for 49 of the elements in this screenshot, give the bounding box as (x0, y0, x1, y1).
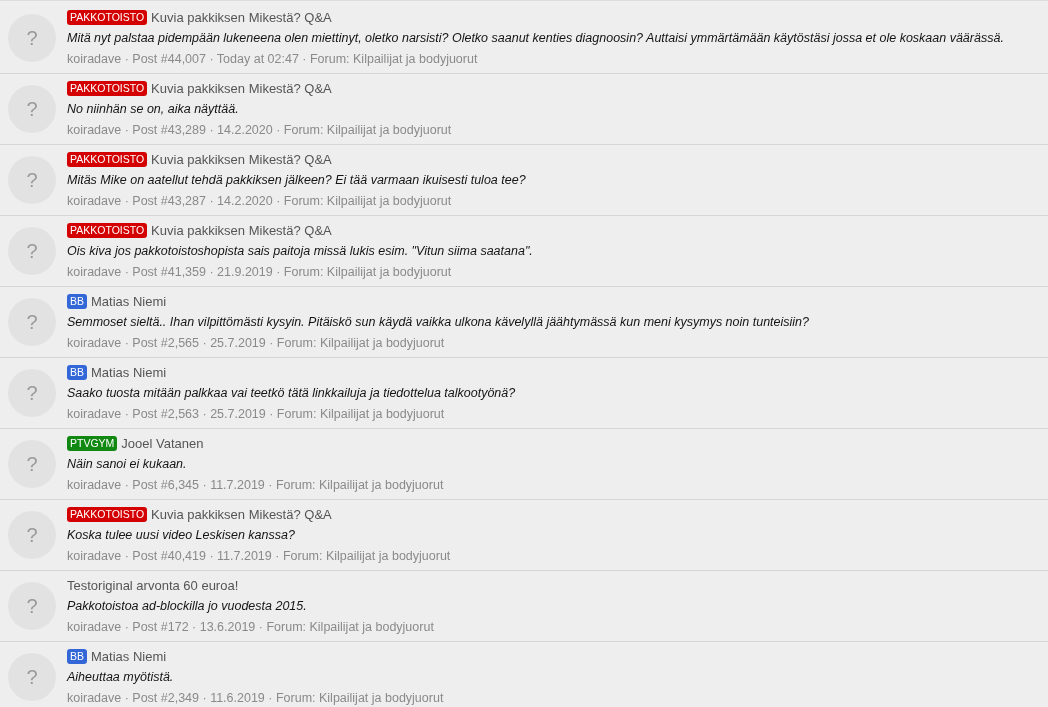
thread-prefix: PAKKOTOISTO (67, 80, 148, 96)
post-snippet: Pakkotoistoa ad-blockilla jo vuodesta 2015. (67, 597, 308, 615)
thread-prefix: BB (67, 364, 87, 380)
post-snippet: Koska tulee uusi video Leskisen kanssa? (67, 526, 296, 544)
post-meta: koiradave · Post #41,359 · 21.9.2019 · Forum: Kilpailijat ja bodyjuorut (67, 263, 453, 281)
post-snippet: Mitäs Mike on aatellut tehdä pakkiksen jälkeen? Ei tää varmaan ikuisesti tuloa tee? (67, 171, 526, 189)
post-meta: koiradave · Post #43,287 · 14.2.2020 · Forum: Kilpailijat ja bodyjuorut (67, 192, 453, 210)
avatar: ? (8, 511, 56, 559)
thread-prefix: PAKKOTOISTO (67, 151, 148, 167)
post-meta: koiradave · Post #2,349 · 11.6.2019 · Forum: Kilpailijat ja bodyjuorut (67, 689, 444, 707)
post-snippet: Mitä nyt palstaa pidempään lukeneena olen miettinyt, oletko narsisti? Oletko saanut kenties diagnoosin? Auttaisi ymmärtämään käytöstäsi jossa et ole koskaan väärässä. (67, 29, 1004, 47)
thread-title-link[interactable]: Testoriginal arvonta 60 euroa! (67, 577, 239, 593)
post-meta: koiradave · Post #2,563 · 25.7.2019 · Forum: Kilpailijat ja bodyjuorut (67, 405, 446, 423)
avatar: ? (8, 14, 56, 62)
thread-prefix: BB (67, 648, 87, 664)
thread-title-link[interactable]: Kuvia pakkiksen Mikestä? Q&A (151, 80, 332, 96)
thread-title-link[interactable]: Jooel Vatanen (121, 435, 204, 451)
thread-title-link[interactable]: Matias Niemi (91, 293, 167, 309)
post-meta: koiradave · Post #172 · 13.6.2019 · Forum: Kilpailijat ja bodyjuorut (67, 618, 434, 636)
post-meta: koiradave · Post #43,289 · 14.2.2020 · Forum: Kilpailijat ja bodyjuorut (67, 121, 452, 139)
thread-title-link[interactable]: Kuvia pakkiksen Mikestä? Q&A (151, 222, 332, 238)
post-snippet: Näin sanoi ei kukaan. (67, 455, 188, 473)
avatar: ? (8, 440, 56, 488)
thread-title-link[interactable]: Kuvia pakkiksen Mikestä? Q&A (151, 151, 332, 167)
post-snippet: Semmoset sieltä.. Ihan vilpittömästi kysyin. Pitäiskö sun käydä vaikka ulkona kävelyllä jäähtymässä kun meni kysymys noin tunteisiin? (67, 313, 809, 331)
post-meta: koiradave · Post #44,007 · Today at 02:47 · Forum: Kilpailijat ja bodyjuorut (67, 50, 479, 68)
thread-prefix: PAKKOTOISTO (67, 506, 148, 522)
avatar: ? (8, 582, 56, 630)
post-meta: koiradave · Post #40,419 · 11.7.2019 · Forum: Kilpailijat ja bodyjuorut (67, 547, 451, 565)
post-meta: koiradave · Post #2,565 · 25.7.2019 · Forum: Kilpailijat ja bodyjuorut (67, 334, 446, 352)
thread-title-link[interactable]: Kuvia pakkiksen Mikestä? Q&A (151, 506, 332, 522)
avatar: ? (8, 227, 56, 275)
avatar: ? (8, 85, 56, 133)
thread-title-link[interactable]: Matias Niemi (91, 364, 167, 380)
thread-prefix: PAKKOTOISTO (67, 222, 148, 238)
avatar: ? (8, 653, 56, 701)
avatar: ? (8, 298, 56, 346)
avatar: ? (8, 156, 56, 204)
thread-title-link[interactable]: Matias Niemi (91, 648, 167, 664)
post-snippet: Aiheuttaa myötistä. (67, 668, 175, 686)
post-meta: koiradave · Post #6,345 · 11.7.2019 · Forum: Kilpailijat ja bodyjuorut (67, 476, 444, 494)
thread-prefix: BB (67, 293, 87, 309)
post-snippet: Saako tuosta mitään palkkaa vai teetkö tätä linkkailuja ja tiedottelua talkootyönä? (67, 384, 516, 402)
post-snippet: Ois kiva jos pakkotoistoshopista sais paitoja missä lukis esim. "Vitun siima saatana". (67, 242, 533, 260)
post-snippet: No niinhän se on, aika näyttää. (67, 100, 240, 118)
thread-prefix: PTVGYM (67, 435, 118, 451)
thread-prefix: PAKKOTOISTO (67, 9, 148, 25)
avatar: ? (8, 369, 56, 417)
thread-title-link[interactable]: Kuvia pakkiksen Mikestä? Q&A (151, 9, 332, 25)
